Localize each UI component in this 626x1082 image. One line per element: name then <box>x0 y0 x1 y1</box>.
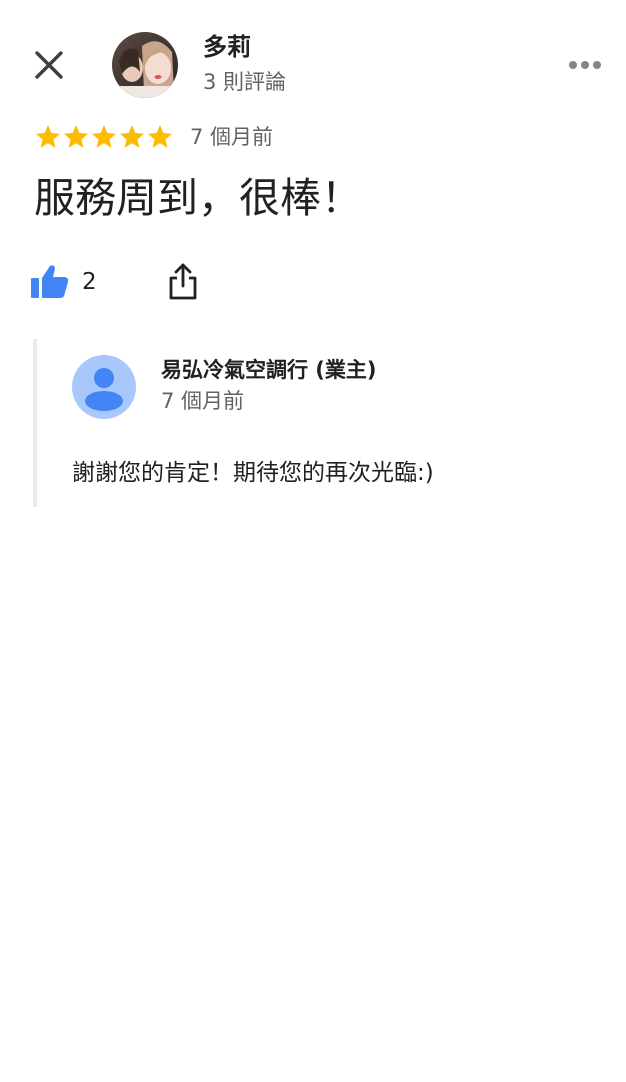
star-icon <box>63 125 89 148</box>
review-time: 7 個月前 <box>190 125 274 149</box>
thumb-up-icon <box>31 265 69 298</box>
star-icon <box>35 125 61 148</box>
review-detail-page: 多莉 3 則評論 7 個月前 服務周到，很棒！ 2 易弘冷氣空調行 (業主) 7… <box>0 0 626 1082</box>
owner-name: 易弘冷氣空調行 (業主) <box>161 358 377 382</box>
close-icon <box>35 51 63 79</box>
close-button[interactable] <box>28 44 70 86</box>
owner-reply-text: 謝謝您的肯定！期待您的再次光臨:) <box>72 460 434 486</box>
review-text: 服務周到，很棒！ <box>34 174 362 222</box>
like-button[interactable]: 2 <box>30 258 97 306</box>
owner-reply-time: 7 個月前 <box>161 389 245 413</box>
rating-row: 7 個月前 <box>34 120 273 154</box>
person-icon <box>85 368 123 411</box>
star-icon <box>147 125 173 148</box>
share-button[interactable] <box>162 258 204 304</box>
owner-avatar <box>72 355 136 419</box>
star-icon <box>91 125 117 148</box>
owner-reply: 易弘冷氣空調行 (業主) 7 個月前 謝謝您的肯定！期待您的再次光臨:) <box>33 339 597 507</box>
reviewer-review-count: 3 則評論 <box>203 70 287 94</box>
reviewer-name[interactable]: 多莉 <box>203 32 251 62</box>
more-options-button[interactable] <box>560 48 610 82</box>
reviewer-avatar[interactable] <box>112 32 178 98</box>
star-rating <box>34 123 174 151</box>
star-icon <box>119 125 145 148</box>
share-icon <box>169 263 197 300</box>
more-horizontal-icon <box>569 61 601 69</box>
like-count: 2 <box>82 269 97 295</box>
